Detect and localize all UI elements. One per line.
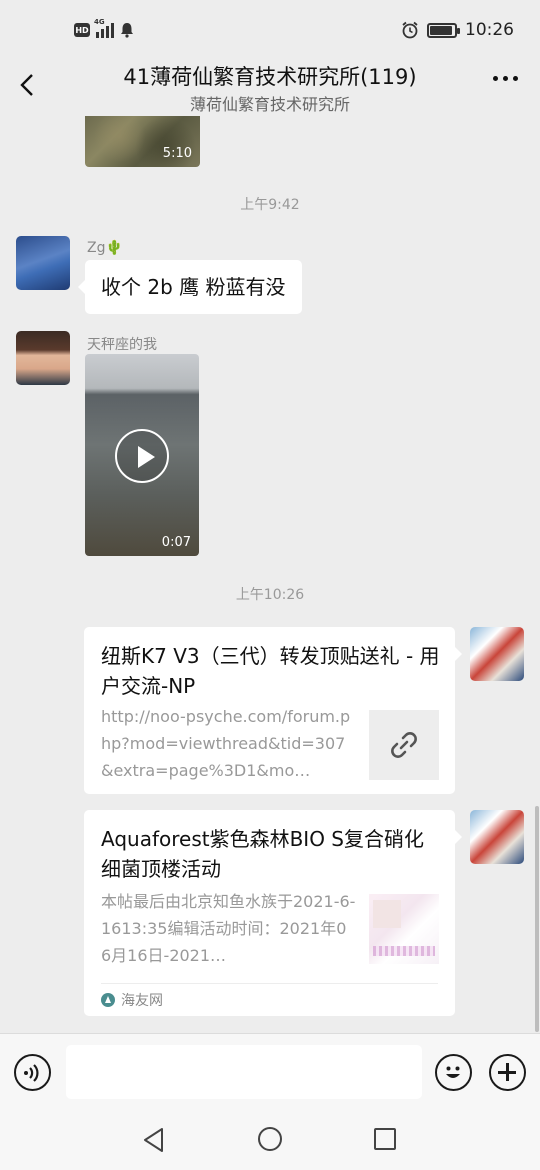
link-icon [369,710,439,780]
nav-home-icon[interactable] [258,1127,282,1151]
message-timestamp: 上午10:26 [235,587,305,603]
voice-icon[interactable] [14,1054,51,1091]
card-description: http://noo-psyche.com/forum.php?mod=view… [101,707,351,780]
card-description: 本帖最后由北京知鱼水族于2021-6-1613:35编辑活动时间：2021年06… [101,892,356,965]
scrollbar[interactable] [535,806,539,1032]
nav-recent-apps-icon[interactable] [374,1128,396,1150]
avatar-tianping[interactable] [16,331,70,385]
alarm-clock-icon [402,21,418,39]
play-icon[interactable] [115,429,169,483]
plus-icon[interactable] [489,1054,526,1091]
status-bar: HD 4G 10:26 [0,0,540,64]
link-card-1[interactable]: 纽斯K7 V3（三代）转发顶贴送礼 - 用户交流-NP http://noo-p… [84,627,462,794]
video-message-partial[interactable]: 5:10 [85,116,200,167]
message-timestamp: 上午9:42 [240,197,300,213]
hd-badge: HD [74,23,90,37]
video-message[interactable]: 0:07 [85,354,199,556]
signal-icon: 4G [94,18,114,38]
avatar-me[interactable] [470,810,524,864]
emoji-icon[interactable] [435,1054,472,1091]
status-left: HD 4G [74,18,134,38]
message-input[interactable] [66,1045,422,1099]
sender-name-tianping: 天秤座的我 [87,337,157,353]
source-logo-icon [101,993,115,1007]
card-title: Aquaforest紫色森林BIO S复合硝化细菌顶楼活动 [101,827,424,881]
card-source: 海友网 [101,983,438,1016]
source-name: 海友网 [121,993,163,1009]
card-title: 纽斯K7 V3（三代）转发顶贴送礼 - 用户交流-NP [101,644,440,698]
status-time: 10:26 [465,20,514,40]
link-card-2[interactable]: Aquaforest紫色森林BIO S复合硝化细菌顶楼活动 本帖最后由北京知鱼水… [84,810,462,1016]
battery-icon [427,22,460,38]
chat-subtitle: 薄荷仙繁育技术研究所 [189,95,350,114]
input-bar [0,1033,540,1110]
video-duration: 0:07 [161,535,191,550]
avatar-me[interactable] [470,627,524,681]
notification-bell-icon [121,23,133,38]
text-message-bubble[interactable]: 收个 2b 鹰 粉蓝有没 [78,260,302,314]
chat-header: 41薄荷仙繁育技术研究所(119) 薄荷仙繁育技术研究所 [0,56,540,116]
network-type: 4G [94,18,105,26]
card-thumbnail [369,894,439,964]
battery-level [430,25,453,35]
chat-title: 41薄荷仙繁育技术研究所(119) [123,65,417,89]
video-duration: 5:10 [162,146,192,161]
message-list[interactable]: 5:10 上午9:42 Zg🌵 收个 2b 鹰 粉蓝有没 天秤座的我 0:07 … [0,116,540,1033]
status-right: 10:26 [401,20,514,40]
sender-name-zg: Zg🌵 [87,240,123,256]
avatar-zg[interactable] [16,236,70,290]
system-nav-bar [0,1110,540,1170]
more-dots-icon[interactable] [493,76,518,81]
nav-back-icon[interactable] [142,1127,166,1153]
